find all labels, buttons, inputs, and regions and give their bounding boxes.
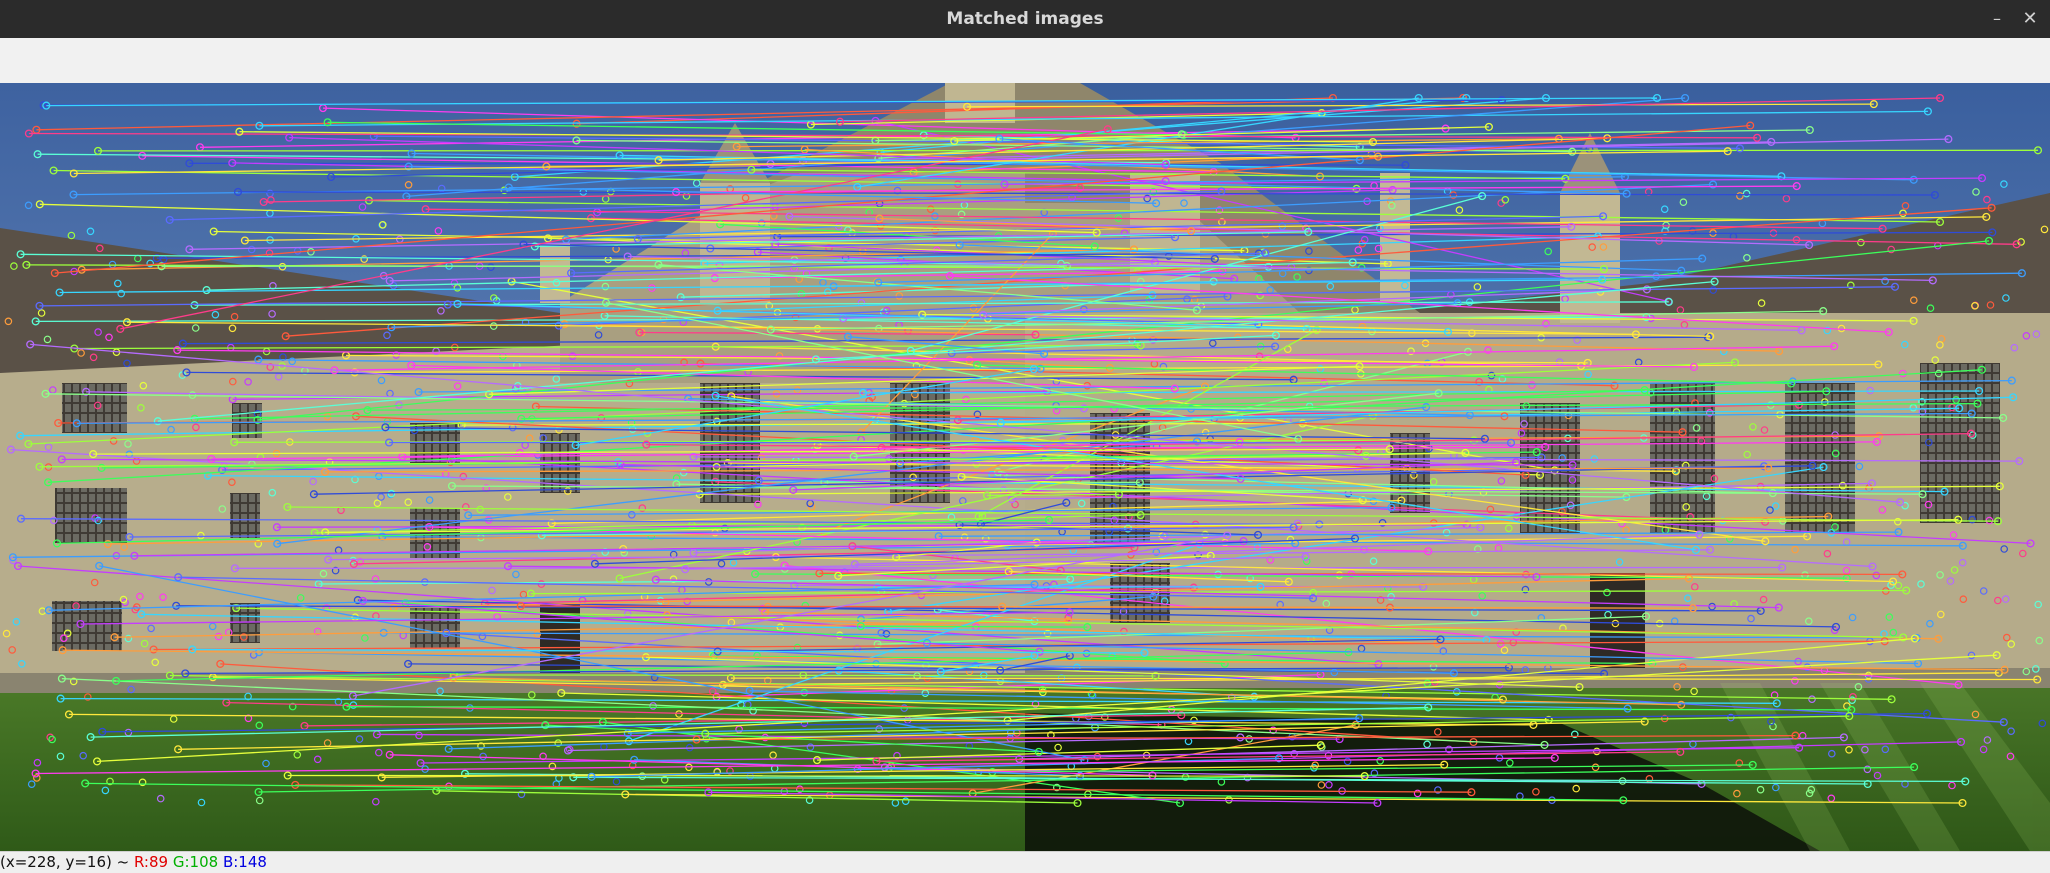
green-value: G:108 bbox=[173, 853, 218, 871]
blue-value: B:148 bbox=[223, 853, 267, 871]
matched-images-canvas[interactable] bbox=[0, 83, 2050, 851]
window-title: Matched images bbox=[0, 0, 2050, 38]
close-icon[interactable]: ✕ bbox=[2016, 0, 2044, 38]
minimize-icon[interactable]: – bbox=[1983, 0, 2011, 38]
toolbar bbox=[0, 38, 2050, 84]
title-bar: Matched images – ✕ bbox=[0, 0, 2050, 38]
cursor-coordinates: (x=228, y=16) ~ bbox=[0, 853, 129, 871]
match-line bbox=[861, 626, 1088, 627]
red-value: R:89 bbox=[134, 853, 168, 871]
status-bar: (x=228, y=16) ~ R:89 G:108 B:148 bbox=[0, 851, 2050, 873]
matched-images-view bbox=[0, 83, 2050, 851]
